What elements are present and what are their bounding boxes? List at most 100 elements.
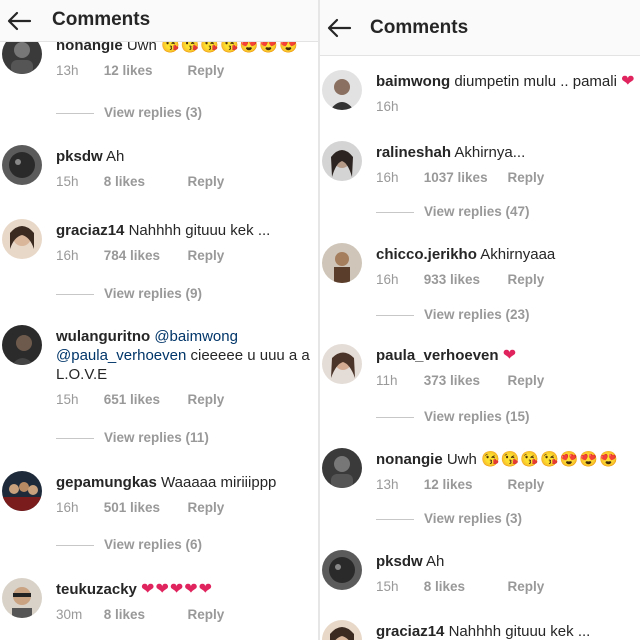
left-comments-screen: nonangie Uwh 😘😘😘😘😍😍😍 13h 12 likes Reply … xyxy=(0,0,318,640)
comment-meta: 16h 784 likes Reply xyxy=(56,248,314,263)
comment-text: chicco.jerikho Akhirnyaaa xyxy=(376,245,636,264)
comment-username[interactable]: paula_verhoeven xyxy=(376,347,499,364)
comment-body: Ah xyxy=(106,148,125,165)
comment-time: 16h xyxy=(376,272,399,287)
view-replies-link[interactable]: View replies (3) xyxy=(104,105,202,120)
view-replies-paula-verhoeven[interactable]: View replies (15) xyxy=(376,408,640,426)
reply-button[interactable]: Reply xyxy=(188,248,225,263)
comment-text: baimwong diumpetin mulu .. pamali ❤ xyxy=(376,72,636,91)
comment-time: 15h xyxy=(56,392,79,407)
reply-button[interactable]: Reply xyxy=(508,373,545,388)
comment-time: 13h xyxy=(56,63,79,78)
likes-count[interactable]: 8 likes xyxy=(104,607,184,622)
comment-username[interactable]: ralineshah xyxy=(376,144,451,161)
comment-username[interactable]: pksdw xyxy=(56,148,103,165)
avatar[interactable] xyxy=(322,70,362,110)
likes-count[interactable]: 784 likes xyxy=(104,248,184,263)
comment-time: 30m xyxy=(56,607,83,622)
likes-count[interactable]: 12 likes xyxy=(424,477,504,492)
view-replies-nonangie[interactable]: View replies (3) xyxy=(56,104,318,122)
comment-username[interactable]: pksdw xyxy=(376,553,423,570)
likes-count[interactable]: 651 likes xyxy=(104,392,184,407)
comment-text: graciaz14 Nahhhh gituuu kek ... xyxy=(376,622,636,640)
likes-count[interactable]: 373 likes xyxy=(424,373,504,388)
likes-count[interactable]: 12 likes xyxy=(104,63,184,78)
view-replies-link[interactable]: View replies (15) xyxy=(424,409,530,424)
view-replies-graciaz14[interactable]: View replies (9) xyxy=(56,285,318,303)
comment-username[interactable]: nonangie xyxy=(376,451,443,468)
avatar[interactable] xyxy=(2,578,42,618)
reply-button[interactable]: Reply xyxy=(508,170,545,185)
comment-time: 15h xyxy=(56,174,79,189)
avatar[interactable] xyxy=(322,344,362,384)
comment-text: paula_verhoeven ❤ xyxy=(376,346,636,365)
replies-divider xyxy=(56,113,94,114)
reply-button[interactable]: Reply xyxy=(188,174,225,189)
avatar[interactable] xyxy=(322,620,362,640)
view-replies-wulanguritno[interactable]: View replies (11) xyxy=(56,429,318,447)
avatar[interactable] xyxy=(2,471,42,511)
heart-emoji: ❤ xyxy=(621,73,636,90)
view-replies-ralineshah[interactable]: View replies (47) xyxy=(376,203,640,221)
replies-divider xyxy=(376,519,414,520)
comment-username[interactable]: graciaz14 xyxy=(376,623,444,640)
reply-button[interactable]: Reply xyxy=(188,500,225,515)
likes-count[interactable]: 1037 likes xyxy=(424,170,504,185)
comment-meta: 16h 501 likes Reply xyxy=(56,500,314,515)
likes-count[interactable]: 501 likes xyxy=(104,500,184,515)
comment-body: Nahhhh gituuu kek ... xyxy=(128,222,271,239)
mention-link[interactable]: @paula_verhoeven xyxy=(56,347,186,364)
comment-time: 11h xyxy=(376,373,398,388)
view-replies-link[interactable]: View replies (47) xyxy=(424,204,530,219)
view-replies-gepamungkas[interactable]: View replies (6) xyxy=(56,536,318,554)
reply-button[interactable]: Reply xyxy=(508,272,545,287)
comment-username[interactable]: chicco.jerikho xyxy=(376,246,477,263)
comment-time: 16h xyxy=(376,99,399,114)
avatar[interactable] xyxy=(2,325,42,365)
comment-meta: 16h 1037 likes Reply xyxy=(376,170,636,185)
reply-button[interactable]: Reply xyxy=(508,477,545,492)
view-replies-link[interactable]: View replies (3) xyxy=(424,511,522,526)
comment-username[interactable]: wulanguritno xyxy=(56,328,150,345)
avatar[interactable] xyxy=(322,448,362,488)
avatar[interactable] xyxy=(322,243,362,283)
comment-text: pksdw Ah xyxy=(376,552,636,571)
likes-count[interactable]: 8 likes xyxy=(424,579,504,594)
avatar[interactable] xyxy=(2,219,42,259)
view-replies-chicco-jerikho[interactable]: View replies (23) xyxy=(376,306,640,324)
comment-text: graciaz14 Nahhhh gituuu kek ... xyxy=(56,221,314,240)
comment-username[interactable]: teukuzacky xyxy=(56,581,137,598)
comment-username[interactable]: baimwong xyxy=(376,73,450,90)
comment-body: Waaaaa miriiippp xyxy=(161,474,277,491)
avatar[interactable] xyxy=(322,141,362,181)
reply-button[interactable]: Reply xyxy=(508,579,545,594)
comment-body: Nahhhh gituuu kek ... xyxy=(448,623,591,640)
comment-meta: 15h 8 likes Reply xyxy=(376,579,636,594)
comment-body: Akhirnyaaa xyxy=(480,246,556,263)
back-arrow-icon[interactable] xyxy=(326,18,352,38)
comment-username[interactable]: gepamungkas xyxy=(56,474,157,491)
comment-meta: 13h 12 likes Reply xyxy=(376,477,636,492)
comment-meta: 16h xyxy=(376,99,636,114)
likes-count[interactable]: 933 likes xyxy=(424,272,504,287)
emoji-group: 😘😘😘😘😍😍😍 xyxy=(481,451,619,468)
comments-header: Comments xyxy=(0,0,318,42)
comment-body: diumpetin mulu .. pamali xyxy=(454,73,617,90)
view-replies-nonangie[interactable]: View replies (3) xyxy=(376,510,640,528)
comment-meta: 15h 651 likes Reply xyxy=(56,392,314,407)
view-replies-link[interactable]: View replies (6) xyxy=(104,537,202,552)
comment-username[interactable]: graciaz14 xyxy=(56,222,124,239)
back-arrow-icon[interactable] xyxy=(6,11,32,31)
view-replies-link[interactable]: View replies (23) xyxy=(424,307,530,322)
view-replies-link[interactable]: View replies (9) xyxy=(104,286,202,301)
reply-button[interactable]: Reply xyxy=(188,63,225,78)
replies-divider xyxy=(376,417,414,418)
comment-text: ralineshah Akhirnya... xyxy=(376,143,636,162)
avatar[interactable] xyxy=(322,550,362,590)
avatar[interactable] xyxy=(2,145,42,185)
reply-button[interactable]: Reply xyxy=(188,392,225,407)
mention-link[interactable]: @baimwong xyxy=(154,328,238,345)
reply-button[interactable]: Reply xyxy=(188,607,225,622)
likes-count[interactable]: 8 likes xyxy=(104,174,184,189)
view-replies-link[interactable]: View replies (11) xyxy=(104,430,209,445)
